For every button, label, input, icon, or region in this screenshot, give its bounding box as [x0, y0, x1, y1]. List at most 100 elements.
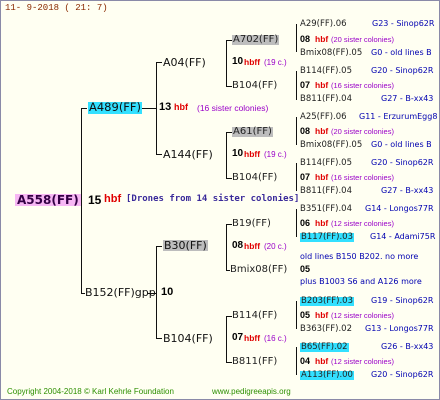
- gen2-b104-num: 07: [232, 332, 244, 343]
- gen3-b19-hbf: hbf: [315, 218, 329, 228]
- gen3-b811-note: (12 sister colonies): [331, 357, 394, 366]
- gen3-a702[interactable]: A702(FF): [232, 35, 280, 45]
- gen3-b104-b[interactable]: B104(FF): [232, 173, 277, 183]
- gen3-b19-num: 06: [300, 218, 311, 228]
- gen3-b114-hbf: hbf: [315, 310, 329, 320]
- gen2-a04-hbf: hbff: [244, 57, 261, 67]
- sire-sister-colonies: (16 sister colonies): [197, 103, 269, 113]
- gen4-name[interactable]: A25(FF).06: [300, 113, 347, 122]
- gen4-code: G0 - old lines B: [371, 140, 432, 149]
- gen3-a702-note: (20 sister colonies): [331, 35, 394, 44]
- dam-num: 10: [161, 286, 174, 298]
- gen3-b811-num: 04: [300, 356, 311, 366]
- connector: [226, 224, 227, 271]
- gen3-bmix-lines: old lines B150 B202. no more: [300, 252, 419, 261]
- gen2-a144[interactable]: A144(FF): [163, 149, 213, 160]
- gen4-name[interactable]: A29(FF).06: [300, 20, 347, 29]
- connector: [296, 347, 297, 375]
- gen3-b104a-num: 07: [300, 80, 311, 90]
- gen3-a61[interactable]: A61(FF): [232, 127, 273, 137]
- gen3-b104a-hbf: hbf: [315, 80, 329, 90]
- gen3-b19[interactable]: B19(FF): [232, 219, 271, 229]
- root-hbf: hbf: [104, 193, 122, 205]
- sire-hbf: hbf: [174, 102, 188, 112]
- gen4-name[interactable]: B117(FF).03: [300, 233, 354, 242]
- gen3-bmix-lines2: plus B1003 S6 and A126 more: [300, 277, 422, 286]
- connector: [296, 71, 297, 100]
- gen3-b114-num: 05: [300, 310, 311, 320]
- gen4-code: G19 - Sinop62R: [371, 296, 434, 305]
- gen4-name[interactable]: B114(FF).05: [300, 159, 352, 168]
- connector: [226, 316, 227, 363]
- connector: [81, 108, 87, 109]
- gen3-b114[interactable]: B114(FF): [232, 311, 277, 321]
- gen3-b104b-note: (16 sister colonies): [331, 173, 394, 182]
- root-drone-note: [Drones from 14 sister colonies]: [126, 194, 300, 204]
- connector: [142, 108, 156, 109]
- gen4-code: G0 - old lines B: [371, 48, 432, 57]
- gen3-bmix08[interactable]: Bmix08(FF): [230, 265, 287, 275]
- copyright-text: Copyright 2004-2018 © Karl Kehrle Founda…: [7, 387, 174, 396]
- connector: [226, 40, 227, 87]
- gen2-b104-note: (16 c.): [264, 334, 287, 343]
- root-num: 15: [88, 193, 102, 207]
- gen4-name[interactable]: A113(FF).00: [300, 371, 354, 380]
- connector: [296, 209, 297, 237]
- gen4-name[interactable]: B363(FF).02: [300, 325, 352, 334]
- gen4-code: G20 - Sinop62R: [371, 66, 434, 75]
- connector: [156, 62, 162, 63]
- gen3-a702-hbf: hbf: [315, 34, 329, 44]
- gen3-b19-note: (12 sister colonies): [331, 219, 394, 228]
- gen4-name[interactable]: B114(FF).05: [300, 67, 352, 76]
- gen3-b104b-num: 07: [300, 172, 311, 182]
- gen3-a702-num: 08: [300, 34, 311, 44]
- gen4-name[interactable]: B811(FF).04: [300, 187, 352, 196]
- site-link[interactable]: www.pedigreeapis.org: [212, 388, 291, 396]
- gen4-name[interactable]: B203(FF).03: [300, 297, 354, 306]
- gen3-b104b-hbf: hbf: [315, 172, 329, 182]
- gen3-b811[interactable]: B811(FF): [232, 357, 277, 367]
- sire-a489[interactable]: A489(FF): [88, 101, 143, 114]
- dam-b152[interactable]: B152(FF)gpp: [85, 287, 156, 298]
- connector: [156, 154, 162, 155]
- gen4-code: G20 - Sinop62R: [371, 158, 434, 167]
- gen2-b104-hbf: hbff: [244, 333, 261, 343]
- gen2-a04[interactable]: A04(FF): [163, 57, 206, 68]
- gen2-b30-note: (20 c.): [264, 242, 287, 251]
- gen4-code: G14 - Adami75R: [370, 232, 436, 241]
- connector: [296, 301, 297, 329]
- root-queen[interactable]: A558(FF): [15, 194, 81, 206]
- gen3-a61-note: (20 sister colonies): [331, 127, 394, 136]
- gen2-b104[interactable]: B104(FF): [163, 333, 213, 344]
- gen3-a61-hbf: hbf: [315, 126, 329, 136]
- gen2-b30[interactable]: B30(FF): [163, 240, 208, 251]
- gen4-code: G20 - Sinop62R: [371, 370, 434, 379]
- gen2-a144-note: (19 c.): [264, 150, 287, 159]
- gen4-name[interactable]: B811(FF).04: [300, 95, 352, 104]
- connector: [156, 338, 162, 339]
- connector: [226, 132, 227, 179]
- gen2-b30-hbf: hbff: [244, 241, 261, 251]
- connector: [156, 246, 162, 247]
- gen2-a04-num: 10: [232, 56, 244, 67]
- gen4-name[interactable]: Bmix08(FF).05: [300, 49, 362, 58]
- connector: [156, 62, 157, 155]
- gen4-name[interactable]: B65(FF).02: [300, 343, 349, 352]
- gen4-name[interactable]: B351(FF).04: [300, 205, 352, 214]
- connector: [81, 108, 82, 294]
- gen3-bmix-num: 05: [300, 264, 311, 274]
- gen2-b30-num: 08: [232, 240, 244, 251]
- gen3-b104-a[interactable]: B104(FF): [232, 81, 277, 91]
- pedigree-chart: 11- 9-2018 ( 21: 7) A558(FF) 15 hbf [Dro…: [0, 0, 440, 400]
- gen4-code: G26 - B-xx43: [381, 342, 434, 351]
- connector: [296, 117, 297, 145]
- gen3-b114-note: (12 sister colonies): [331, 311, 394, 320]
- gen2-a144-num: 10: [232, 148, 244, 159]
- connector: [296, 163, 297, 191]
- gen4-code: G11 - ErzurumEgg8: [359, 112, 438, 121]
- gen4-name[interactable]: Bmix08(FF).05: [300, 141, 362, 150]
- gen4-code: G23 - Sinop62R: [372, 19, 435, 28]
- gen4-code: G27 - B-xx43: [381, 186, 434, 195]
- gen3-b104a-note: (16 sister colonies): [331, 81, 394, 90]
- gen2-a04-note: (19 c.): [264, 58, 287, 67]
